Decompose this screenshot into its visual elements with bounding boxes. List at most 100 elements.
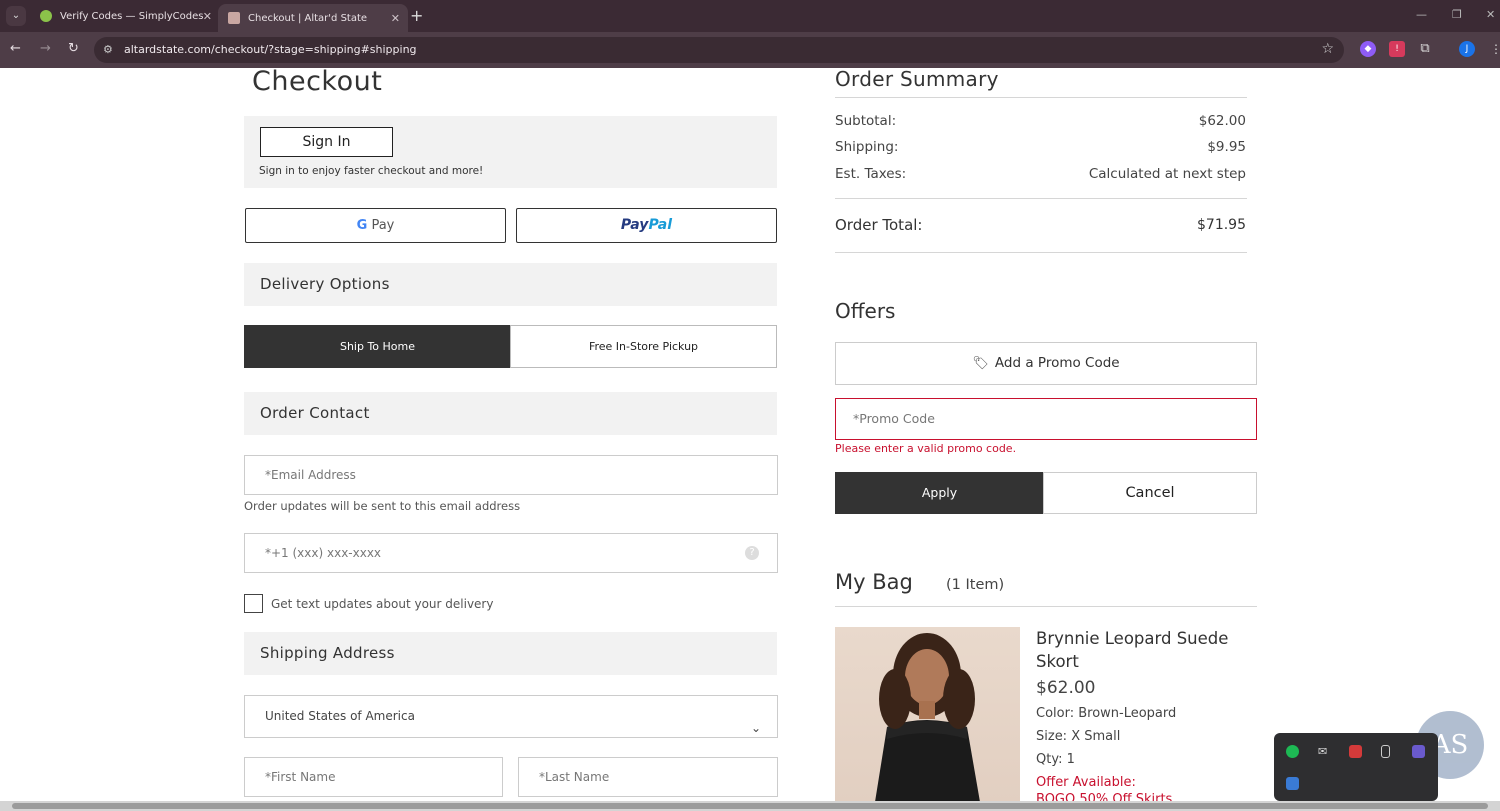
taxes-label: Est. Taxes:: [835, 166, 907, 182]
close-tab-icon[interactable]: ✕: [391, 12, 400, 25]
offer-available-label: Offer Available:: [1036, 775, 1136, 790]
product-color: Color: Brown-Leopard: [1036, 706, 1177, 721]
shipping-address-heading: Shipping Address: [244, 632, 777, 675]
sign-in-note: Sign in to enjoy faster checkout and mor…: [259, 165, 484, 177]
spotify-icon[interactable]: [1286, 745, 1299, 758]
phone-placeholder: *+1 (xxx) xxx-xxxx: [265, 546, 382, 560]
extensions-puzzle-icon[interactable]: ⧉: [1417, 41, 1433, 57]
close-tab-icon[interactable]: ✕: [203, 10, 212, 23]
subtotal-row: Subtotal: $62.00: [835, 113, 1246, 129]
text-updates-label: Get text updates about your delivery: [271, 597, 494, 611]
back-icon[interactable]: ←: [10, 41, 21, 56]
mail-icon[interactable]: ✉: [1318, 745, 1331, 758]
security-warning-icon[interactable]: [1286, 777, 1299, 790]
horizontal-scrollbar[interactable]: [0, 801, 1500, 811]
subtotal-value: $62.00: [1198, 113, 1246, 129]
reload-icon[interactable]: ↻: [68, 41, 79, 56]
feather-app-icon[interactable]: [1412, 745, 1425, 758]
google-pay-button[interactable]: G Pay: [245, 208, 506, 243]
subtotal-label: Subtotal:: [835, 113, 897, 129]
product-price: $62.00: [1036, 678, 1096, 698]
country-select[interactable]: United States of America ⌄: [244, 695, 778, 738]
first-name-placeholder: *First Name: [265, 770, 336, 784]
checkout-page: Checkout Sign In Sign in to enjoy faster…: [0, 68, 1500, 801]
taxes-row: Est. Taxes: Calculated at next step: [835, 166, 1246, 182]
site-info-icon[interactable]: ⚙: [103, 43, 113, 56]
delivery-options-heading: Delivery Options: [244, 263, 777, 306]
divider: [835, 198, 1247, 199]
promo-error-message: Please enter a valid promo code.: [835, 442, 1017, 455]
address-bar-row: ← → ↻ ⚙ altardstate.com/checkout/?stage=…: [0, 32, 1500, 68]
product-qty: Qty: 1: [1036, 752, 1075, 767]
model-photo-illustration: [875, 633, 980, 801]
cancel-button[interactable]: Cancel: [1043, 472, 1257, 514]
extension-2-icon[interactable]: !: [1389, 41, 1405, 57]
order-contact-heading: Order Contact: [244, 392, 777, 435]
tag-icon: 🏷: [972, 356, 989, 371]
simplycodes-favicon-icon: [40, 10, 52, 22]
sign-in-button[interactable]: Sign In: [260, 127, 393, 157]
google-g-icon: G: [356, 218, 368, 233]
country-value: United States of America: [265, 709, 415, 723]
page-title: Checkout: [252, 68, 383, 97]
shipping-value: $9.95: [1207, 139, 1246, 155]
offers-title: Offers: [835, 299, 896, 323]
close-window-icon[interactable]: ✕: [1486, 8, 1495, 21]
gpay-label: Pay: [371, 218, 395, 233]
my-bag-title: My Bag: [835, 570, 913, 594]
order-total-value: $71.95: [1197, 217, 1246, 233]
bag-item-count: (1 Item): [946, 577, 1005, 593]
offer-text[interactable]: BOGO 50% Off Skirts: [1036, 792, 1172, 801]
extension-1-icon[interactable]: ◆: [1360, 41, 1376, 57]
add-promo-code-button[interactable]: 🏷 Add a Promo Code: [835, 342, 1257, 385]
amd-icon[interactable]: [1349, 745, 1362, 758]
forward-icon[interactable]: →: [40, 41, 51, 56]
sign-in-panel: Sign In Sign in to enjoy faster checkout…: [244, 116, 777, 188]
chevron-down-icon: ⌄: [750, 721, 761, 735]
product-image[interactable]: [835, 627, 1020, 801]
email-hint: Order updates will be sent to this email…: [244, 499, 521, 513]
product-name[interactable]: Brynnie Leopard Suede Skort: [1036, 627, 1256, 673]
tab-simplycodes[interactable]: Verify Codes — SimplyCodes ✕: [30, 0, 220, 32]
paypal-button[interactable]: PayPal: [516, 208, 777, 243]
order-total-row: Order Total: $71.95: [835, 216, 1246, 234]
order-summary-title: Order Summary: [835, 68, 999, 91]
new-tab-icon[interactable]: +: [410, 6, 423, 25]
scrollbar-thumb[interactable]: [12, 803, 1488, 809]
system-tray-overflow: ✉: [1274, 733, 1438, 801]
email-field[interactable]: *Email Address: [244, 455, 778, 495]
ship-to-home-option[interactable]: Ship To Home: [244, 325, 511, 368]
shipping-row: Shipping: $9.95: [835, 139, 1246, 155]
divider: [835, 606, 1257, 607]
browser-tab-bar: ⌄ Verify Codes — SimplyCodes ✕ Checkout …: [0, 0, 1500, 32]
first-name-field[interactable]: *First Name: [244, 757, 503, 797]
shipping-label: Shipping:: [835, 139, 899, 155]
divider: [835, 252, 1247, 253]
usb-drive-icon[interactable]: [1381, 745, 1390, 758]
tab-title: Verify Codes — SimplyCodes: [60, 10, 204, 22]
restore-icon[interactable]: ❐: [1452, 8, 1462, 21]
apply-button[interactable]: Apply: [835, 472, 1044, 514]
url-text[interactable]: altardstate.com/checkout/?stage=shipping…: [124, 43, 417, 56]
tab-checkout[interactable]: Checkout | Altar'd State ✕: [218, 4, 408, 32]
omnibox[interactable]: ⚙ altardstate.com/checkout/?stage=shippi…: [94, 37, 1344, 63]
tab-title: Checkout | Altar'd State: [248, 12, 368, 24]
altard-state-favicon-icon: [228, 12, 240, 24]
phone-field[interactable]: *+1 (xxx) xxx-xxxx ?: [244, 533, 778, 573]
help-question-icon[interactable]: ?: [745, 546, 759, 560]
promo-placeholder: *Promo Code: [853, 411, 935, 426]
last-name-field[interactable]: *Last Name: [518, 757, 778, 797]
tab-search-chevron-icon[interactable]: ⌄: [6, 6, 26, 26]
promo-code-input[interactable]: *Promo Code: [835, 398, 1257, 440]
divider: [835, 97, 1247, 98]
product-size: Size: X Small: [1036, 729, 1121, 744]
avatar[interactable]: J: [1459, 41, 1475, 57]
text-updates-checkbox[interactable]: [244, 594, 263, 613]
taxes-value: Calculated at next step: [1088, 166, 1246, 182]
last-name-placeholder: *Last Name: [539, 770, 610, 784]
add-promo-label: Add a Promo Code: [994, 355, 1120, 371]
minimize-icon[interactable]: —: [1416, 8, 1427, 21]
browser-menu-icon[interactable]: ⋮: [1488, 41, 1500, 57]
bookmark-star-icon[interactable]: ☆: [1321, 41, 1334, 57]
in-store-pickup-option[interactable]: Free In-Store Pickup: [510, 325, 777, 368]
